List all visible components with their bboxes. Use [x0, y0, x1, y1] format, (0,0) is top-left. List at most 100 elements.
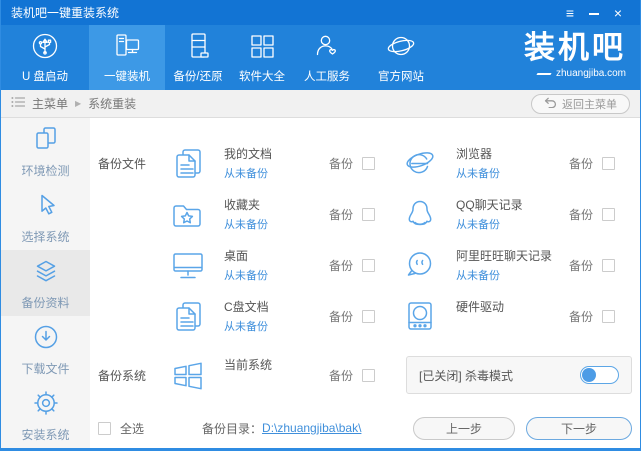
- list-icon: [11, 96, 25, 111]
- nav-label: U 盘启动: [22, 68, 68, 84]
- windows-icon: [160, 356, 216, 394]
- sidebar-item-env-check[interactable]: 环境检测: [1, 118, 90, 184]
- nav-backup-restore[interactable]: 备份/还原: [165, 25, 231, 90]
- backup-label: 备份: [329, 257, 353, 274]
- pages-icon: [31, 124, 61, 157]
- backup-checkbox[interactable]: [602, 310, 615, 323]
- backup-label: 备份: [329, 155, 353, 172]
- layers-icon: [31, 256, 61, 289]
- antivirus-toggle[interactable]: [580, 366, 619, 384]
- backup-label: 备份: [569, 308, 593, 325]
- backup-checkbox[interactable]: [602, 259, 615, 272]
- nav-service[interactable]: 人工服务: [293, 25, 361, 90]
- brand-logo: 装机吧 zhuangjiba.com: [524, 30, 626, 79]
- hardware-drive-icon: [392, 298, 448, 336]
- backup-checkbox[interactable]: [362, 369, 375, 382]
- select-all-label: 全选: [120, 420, 144, 437]
- backup-checkbox[interactable]: [602, 157, 615, 170]
- item-title: 当前系统: [224, 358, 320, 372]
- logo-line: [536, 73, 551, 75]
- item-status: [456, 321, 560, 334]
- aliwangwang-icon: [392, 247, 448, 285]
- prev-step-button[interactable]: 上一步: [413, 417, 515, 440]
- item-title: 硬件驱动: [456, 300, 560, 314]
- sidebar-item-label: 下载文件: [21, 360, 69, 377]
- backup-panel: 备份文件 我的文档 从未备份 备份: [90, 118, 640, 448]
- sidebar-item-label: 选择系统: [21, 228, 69, 245]
- sidebar-item-select-system[interactable]: 选择系统: [1, 184, 90, 250]
- item-title: 阿里旺旺聊天记录: [456, 249, 560, 263]
- browser-icon: [392, 145, 448, 183]
- person-icon: [312, 31, 342, 64]
- backup-checkbox[interactable]: [362, 310, 375, 323]
- backup-row: C盘文档 从未备份 备份 硬件驱动 备份: [98, 291, 632, 342]
- nav-label: 人工服务: [304, 68, 350, 84]
- computer-icon: [112, 31, 142, 64]
- item-status: 从未备份: [224, 321, 320, 334]
- brand-name: 装机吧: [524, 30, 626, 66]
- minimize-button[interactable]: [582, 5, 606, 21]
- close-button[interactable]: ×: [606, 5, 630, 21]
- backup-dir-label: 备份目录：: [202, 420, 262, 437]
- item-status: [224, 379, 320, 392]
- sidebar-item-label: 备份资料: [21, 294, 69, 311]
- documents-icon: [160, 298, 216, 336]
- download-icon: [31, 322, 61, 355]
- item-title: QQ聊天记录: [456, 198, 560, 212]
- select-all-checkbox[interactable]: [98, 422, 111, 435]
- minimize-icon: [589, 13, 599, 15]
- nav-website[interactable]: 官方网站: [361, 25, 441, 90]
- sidebar-item-label: 环境检测: [21, 162, 69, 179]
- back-to-menu-button[interactable]: 返回主菜单: [531, 94, 630, 114]
- cursor-icon: [31, 190, 61, 223]
- toggle-knob: [582, 368, 596, 382]
- section-label-files: 备份文件: [98, 155, 160, 172]
- nav-label: 软件大全: [239, 68, 285, 84]
- backup-row: 桌面 从未备份 备份 阿里旺旺聊天记录 从未备份 备: [98, 240, 632, 291]
- item-status: 从未备份: [456, 219, 560, 232]
- backup-label: 备份: [569, 206, 593, 223]
- backup-checkbox[interactable]: [362, 157, 375, 170]
- server-icon: [183, 31, 213, 64]
- backup-checkbox[interactable]: [602, 208, 615, 221]
- nav-one-key-install[interactable]: 一键装机: [89, 25, 165, 90]
- usb-icon: [30, 31, 60, 64]
- nav-software[interactable]: 软件大全: [231, 25, 293, 90]
- sidebar-item-install-system[interactable]: 安装系统: [1, 382, 90, 448]
- item-status: 从未备份: [456, 270, 560, 283]
- item-status: 从未备份: [224, 270, 320, 283]
- window-title: 装机吧一键重装系统: [11, 4, 558, 21]
- documents-icon: [160, 145, 216, 183]
- menu-icon[interactable]: ≡: [558, 5, 582, 21]
- backup-label: 备份: [569, 155, 593, 172]
- backup-checkbox[interactable]: [362, 259, 375, 272]
- backup-label: 备份: [569, 257, 593, 274]
- backup-row: 收藏夹 从未备份 备份 QQ聊天记录 从未备份 备份: [98, 189, 632, 240]
- sidebar-item-download-files[interactable]: 下载文件: [1, 316, 90, 382]
- next-step-button[interactable]: 下一步: [526, 417, 632, 440]
- antivirus-label: [已关闭] 杀毒模式: [419, 367, 580, 384]
- app-window: 装机吧一键重装系统 ≡ × U 盘启动 一键装机 备份/还原: [0, 0, 641, 451]
- breadcrumb-root[interactable]: 主菜单: [32, 95, 68, 112]
- qq-icon: [392, 196, 448, 234]
- item-title: 我的文档: [224, 147, 320, 161]
- item-status: 从未备份: [456, 168, 560, 181]
- nav-label: 官方网站: [378, 68, 424, 84]
- breadcrumb: 主菜单 ▶ 系统重装 返回主菜单: [1, 90, 640, 118]
- grid-icon: [247, 31, 277, 64]
- backup-dir-link[interactable]: D:\zhuangjiba\bak\: [262, 421, 361, 435]
- back-button-label: 返回主菜单: [562, 96, 617, 112]
- item-title: 桌面: [224, 249, 320, 263]
- undo-arrow-icon: [544, 97, 557, 111]
- section-label-system: 备份系统: [98, 367, 160, 384]
- nav-usb-boot[interactable]: U 盘启动: [1, 25, 89, 90]
- backup-checkbox[interactable]: [362, 208, 375, 221]
- backup-system-row: 备份系统 当前系统 备份 [已关闭] 杀毒模式: [98, 348, 632, 402]
- sidebar-item-backup-data[interactable]: 备份资料: [1, 250, 90, 316]
- top-nav: U 盘启动 一键装机 备份/还原 软件大全 人工服务: [1, 25, 640, 90]
- desktop-icon: [160, 247, 216, 285]
- breadcrumb-current: 系统重装: [88, 95, 136, 112]
- item-title: C盘文档: [224, 300, 320, 314]
- title-bar: 装机吧一键重装系统 ≡ ×: [1, 0, 640, 25]
- nav-label: 一键装机: [104, 68, 150, 84]
